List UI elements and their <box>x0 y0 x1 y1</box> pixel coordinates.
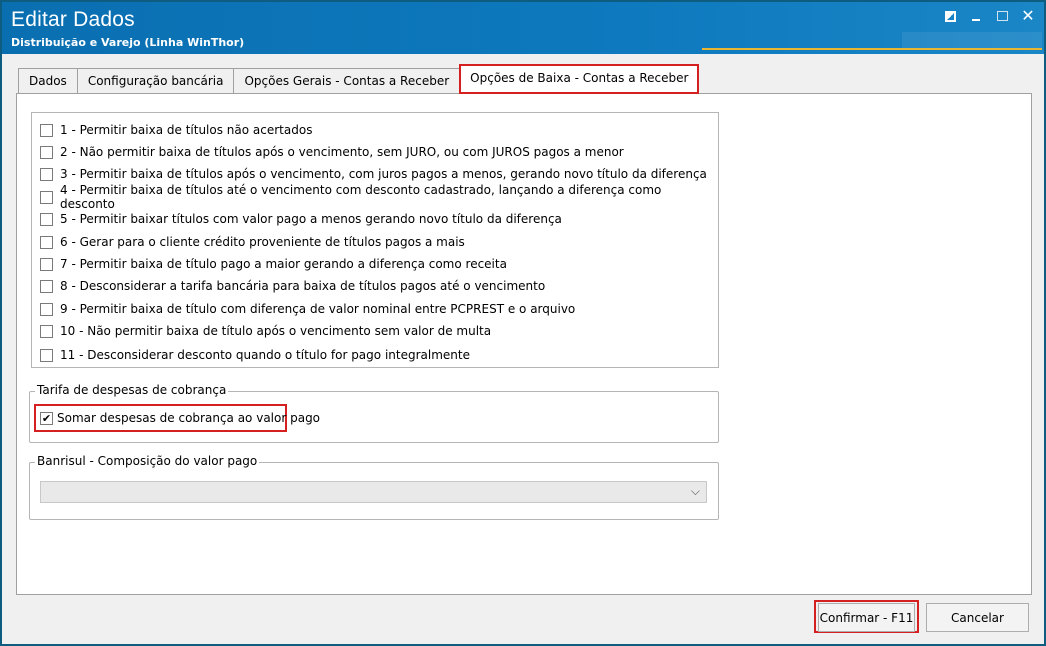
close-button[interactable]: ✕ <box>1020 8 1036 24</box>
window-subtitle: Distribuição e Varejo (Linha WinThor) <box>11 36 245 49</box>
option-10-checkbox[interactable] <box>40 324 53 338</box>
somar-despesas-label: Somar despesas de cobrança ao valor pago <box>57 411 321 425</box>
title-bar-shade <box>902 32 1042 48</box>
confirm-button[interactable]: Confirmar - F11 <box>818 603 915 632</box>
option-1-label: 1 - Permitir baixa de títulos não acerta… <box>60 123 313 137</box>
window-controls: ✕ <box>942 8 1036 24</box>
option-2[interactable]: 2 - Não permitir baixa de títulos após o… <box>40 143 624 161</box>
option-8[interactable]: 8 - Desconsiderar a tarifa bancária para… <box>40 277 545 295</box>
option-11[interactable]: 11 - Desconsiderar desconto quando o tít… <box>40 346 470 364</box>
edit-data-window: Editar Dados Distribuição e Varejo (Linh… <box>0 0 1046 646</box>
tab-bar: Dados Configuração bancária Opções Gerai… <box>18 64 700 94</box>
option-1[interactable]: 1 - Permitir baixa de títulos não acerta… <box>40 121 312 139</box>
chevron-down-icon: ⌵ <box>690 484 700 498</box>
option-6-label: 6 - Gerar para o cliente crédito proveni… <box>60 235 465 249</box>
option-3-label: 3 - Permitir baixa de títulos após o ven… <box>60 167 707 181</box>
option-2-checkbox[interactable] <box>40 145 53 159</box>
tarifa-group: Tarifa de despesas de cobrança ✔ Somar d… <box>29 383 719 443</box>
option-9[interactable]: 9 - Permitir baixa de título com diferen… <box>40 300 575 318</box>
option-6[interactable]: 6 - Gerar para o cliente crédito proveni… <box>40 233 465 251</box>
title-accent-line <box>702 48 1042 50</box>
option-9-checkbox[interactable] <box>40 302 53 316</box>
title-bar[interactable]: Editar Dados Distribuição e Varejo (Linh… <box>2 2 1044 54</box>
option-8-label: 8 - Desconsiderar a tarifa bancária para… <box>60 279 546 293</box>
banrisul-group: Banrisul - Composição do valor pago ⌵ <box>29 454 719 520</box>
option-10-label: 10 - Não permitir baixa de título após o… <box>60 324 492 338</box>
option-5[interactable]: 5 - Permitir baixar títulos com valor pa… <box>40 210 562 228</box>
minimize-icon <box>972 19 980 21</box>
tab-dados[interactable]: Dados <box>18 68 78 94</box>
option-3[interactable]: 3 - Permitir baixa de títulos após o ven… <box>40 165 707 183</box>
option-4-label: 4 - Permitir baixa de títulos até o venc… <box>60 183 662 211</box>
somar-despesas-checkbox[interactable]: ✔ <box>40 411 53 425</box>
tab-opcoes-de-baixa[interactable]: Opções de Baixa - Contas a Receber <box>459 64 700 94</box>
somar-despesas-option[interactable]: ✔ Somar despesas de cobrança ao valor pa… <box>40 409 320 427</box>
option-7-checkbox[interactable] <box>40 257 53 271</box>
option-3-checkbox[interactable] <box>40 167 53 181</box>
option-5-checkbox[interactable] <box>40 212 53 226</box>
option-8-checkbox[interactable] <box>40 279 53 293</box>
tab-opcoes-gerais[interactable]: Opções Gerais - Contas a Receber <box>233 68 461 94</box>
option-11-checkbox[interactable] <box>40 348 53 362</box>
close-icon: ✕ <box>1021 6 1035 25</box>
option-9-label: 9 - Permitir baixa de título com diferen… <box>60 302 576 316</box>
minimize-button[interactable] <box>968 8 984 24</box>
option-10[interactable]: 10 - Não permitir baixa de título após o… <box>40 322 491 340</box>
option-4[interactable]: 4 - Permitir baixa de títulos até o venc… <box>40 183 718 211</box>
option-7[interactable]: 7 - Permitir baixa de título pago a maio… <box>40 255 507 273</box>
restore-icon <box>944 10 956 22</box>
tarifa-group-label: Tarifa de despesas de cobrança <box>35 383 229 397</box>
option-2-label: 2 - Não permitir baixa de títulos após o… <box>60 145 624 159</box>
banrisul-composition-select[interactable]: ⌵ <box>40 481 707 503</box>
option-1-checkbox[interactable] <box>40 123 53 137</box>
option-4-checkbox[interactable] <box>40 190 53 204</box>
restore-layout-button[interactable] <box>942 8 958 24</box>
tab-content-panel: 1 - Permitir baixa de títulos não acerta… <box>16 93 1032 595</box>
banrisul-group-label: Banrisul - Composição do valor pago <box>35 454 260 468</box>
option-7-label: 7 - Permitir baixa de título pago a maio… <box>60 257 507 271</box>
tab-configuracao-bancaria[interactable]: Configuração bancária <box>76 68 235 94</box>
option-6-checkbox[interactable] <box>40 235 53 249</box>
baixa-options-box: 1 - Permitir baixa de títulos não acerta… <box>31 112 719 368</box>
option-11-label: 11 - Desconsiderar desconto quando o tít… <box>60 348 470 362</box>
maximize-button[interactable] <box>994 8 1010 24</box>
window-title: Editar Dados <box>11 8 135 31</box>
maximize-icon <box>996 11 1008 21</box>
option-5-label: 5 - Permitir baixar títulos com valor pa… <box>60 212 562 226</box>
cancel-button[interactable]: Cancelar <box>926 603 1029 632</box>
